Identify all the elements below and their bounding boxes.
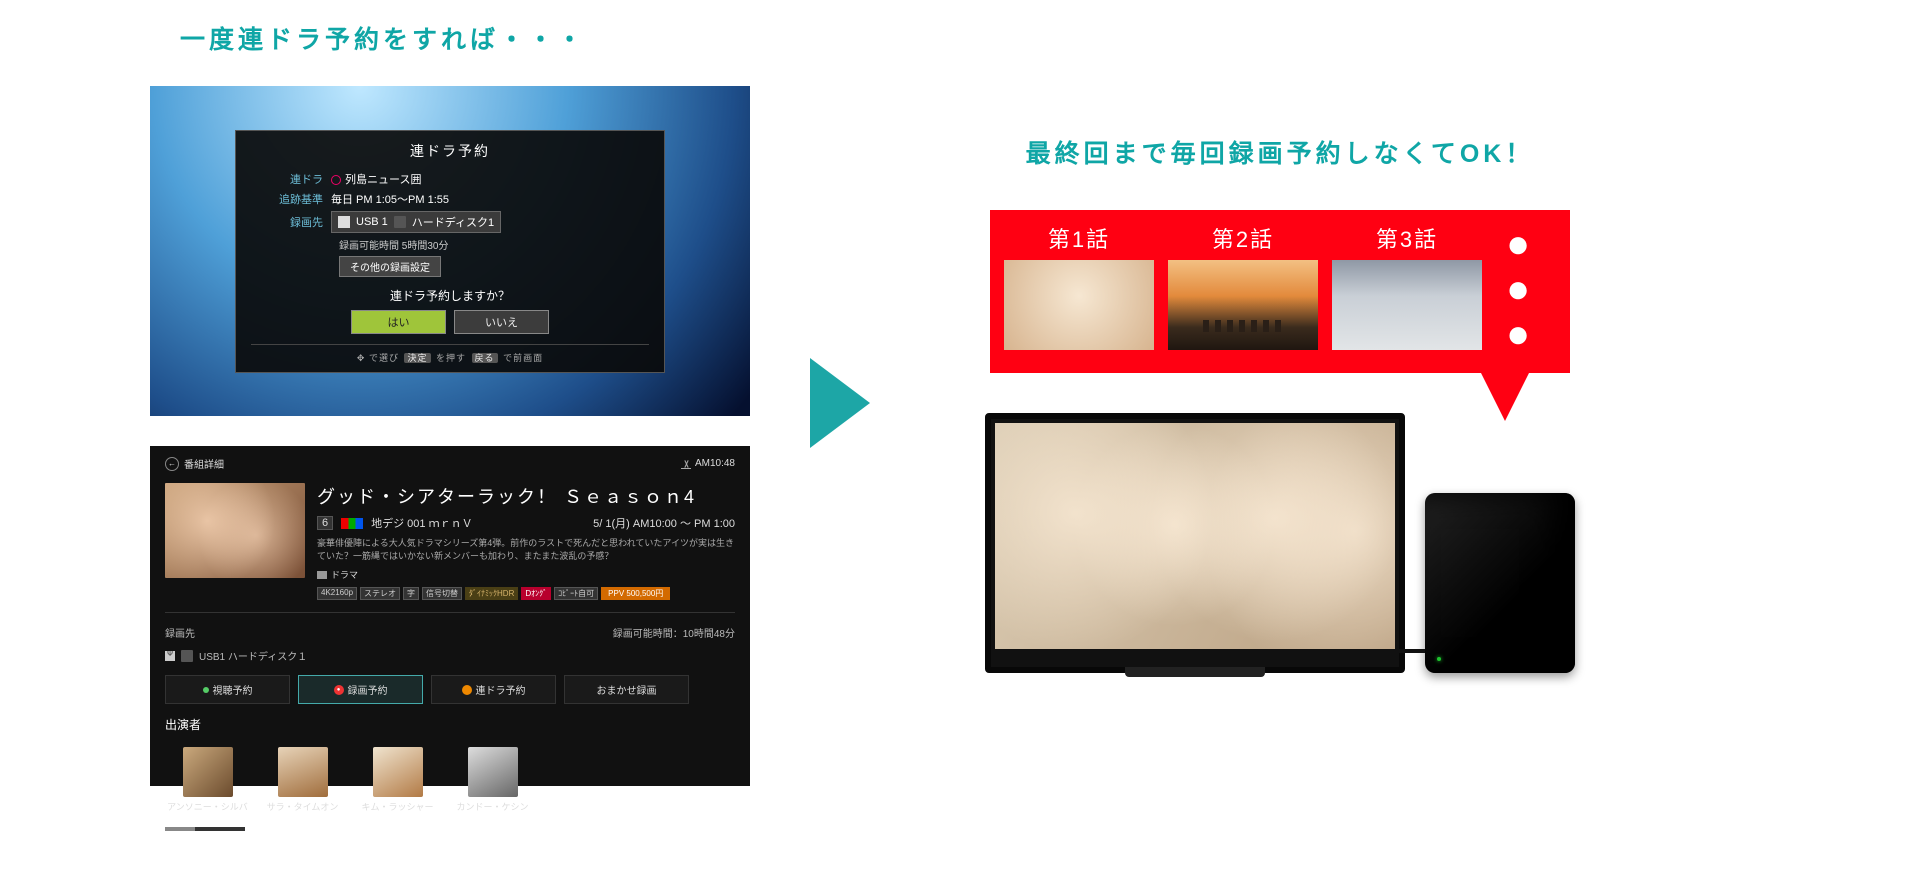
no-button[interactable]: いいえ: [454, 310, 549, 334]
cast-photo: [373, 747, 423, 797]
cast-row: アンソニー・シルバ サラ・タイムオン キム・ラッシャー カンドー・ケシン: [165, 747, 735, 813]
episode-thumbnail: [1004, 260, 1154, 350]
genre-label: ドラマ: [331, 568, 358, 581]
tv-illustration: [985, 413, 1405, 673]
channel-name: 地デジ 001 ｍｒｎＶ: [371, 515, 472, 531]
badge-hdr: ﾀﾞｲﾅﾐｯｸHDR: [465, 587, 518, 600]
cast-item[interactable]: アンソニー・シルバ: [165, 747, 250, 813]
badge-copy: ｺﾋﾟｰﾄ自可: [554, 587, 598, 600]
cast-name: カンドー・ケシン: [456, 800, 528, 813]
cast-photo: [278, 747, 328, 797]
badge-stereo: ステレオ: [360, 587, 400, 600]
episode-1: 第1話: [1004, 222, 1154, 350]
cast-name: アンソニー・シルバ: [167, 800, 248, 813]
hdd-icon: [394, 216, 406, 228]
tv-and-hdd: [985, 413, 1575, 673]
series-reserve-button[interactable]: 連ドラ予約: [431, 675, 556, 704]
program-title: グッド・シアターラック！ Ｓｅａｓｏｎ4: [317, 483, 735, 509]
program-description: 豪華俳優陣による大人気ドラマシリーズ第4弾。前作のラストで死んだと思われていたア…: [317, 537, 735, 562]
cable-icon: [1375, 649, 1425, 653]
back-icon[interactable]: ←: [165, 457, 179, 471]
hdd-illustration: [1425, 493, 1575, 673]
check-icon: [203, 687, 209, 693]
badge-ppv: PPV 500,500円: [601, 587, 670, 600]
program-value: 列島ニュース囲: [331, 171, 421, 187]
badge-signal: 信号切替: [422, 587, 462, 600]
dpad-icon: ✥: [357, 353, 366, 363]
dest-selector[interactable]: USB 1 ハードディスク1: [331, 211, 501, 233]
episode-3: 第3話: [1332, 222, 1482, 350]
criteria-label: 追跡基準: [251, 191, 331, 207]
record-dot-icon: [331, 175, 341, 185]
usb-icon: Ψ: [165, 651, 175, 661]
genre-icon: [317, 571, 327, 579]
detail-dest-value: USB1 ハードディスク１: [199, 648, 307, 663]
series-reserve-dialog: 連ドラ予約 連ドラ 列島ニュース囲 追跡基準 毎日 PM 1:05～PM 1:5…: [235, 130, 665, 373]
left-caption: 一度連ドラ予約をすれば・・・: [180, 20, 750, 56]
cast-photo: [468, 747, 518, 797]
remaining-time: 録画可能時間 5時間30分: [339, 237, 649, 252]
cast-name: キム・ラッシャー: [361, 800, 433, 813]
channel-number: 6: [317, 516, 333, 530]
cast-item[interactable]: カンドー・ケシン: [450, 747, 535, 813]
detail-dest-label: 録画先: [165, 625, 195, 640]
tv-stand: [1125, 667, 1265, 677]
dest-label: 録画先: [251, 214, 331, 230]
cast-item[interactable]: サラ・タイムオン: [260, 747, 345, 813]
badge-dong: Dｵﾝｸﾞ: [521, 587, 551, 600]
badge-caption: 字: [403, 587, 419, 600]
cast-name: サラ・タイムオン: [267, 800, 339, 813]
cast-item[interactable]: キム・ラッシャー: [355, 747, 440, 813]
confirm-question: 連ドラ予約しますか？: [251, 287, 649, 304]
channel-logo-icon: [341, 518, 363, 529]
episode-label: 第1話: [1048, 222, 1110, 254]
episode-label: 第2話: [1212, 222, 1274, 254]
series-icon: [462, 685, 472, 695]
other-settings-button[interactable]: その他の録画設定: [339, 256, 441, 277]
program-detail-screenshot: ← 番組詳細 AM10:48 グッド・シアターラック！ Ｓｅａｓｏｎ4 6 地デ…: [150, 446, 750, 786]
right-caption: 最終回まで毎回録画予約しなくてOK！: [1026, 134, 1535, 170]
criteria-value: 毎日 PM 1:05～PM 1:55: [331, 191, 449, 207]
episode-thumbnail: [1168, 260, 1318, 350]
cast-photo: [183, 747, 233, 797]
dialog-title: 連ドラ予約: [251, 141, 649, 161]
auto-record-button[interactable]: おまかせ録画: [564, 675, 689, 704]
program-thumbnail: [165, 483, 305, 578]
arrow-right-icon: [810, 358, 870, 448]
antenna-icon: [681, 459, 691, 469]
back-key: 戻る: [472, 353, 498, 363]
cast-scrollbar[interactable]: [165, 827, 245, 831]
hdd-icon: [181, 650, 193, 662]
badge-4k: 4K2160p: [317, 587, 357, 600]
episode-thumbnail: [1332, 260, 1482, 350]
episodes-bubble: 第1話 第2話 第3話 ● ● ●: [990, 210, 1570, 373]
record-icon: ●: [334, 685, 344, 695]
dest-usb: USB 1: [356, 216, 388, 228]
series-reserve-screenshot: 連ドラ予約 連ドラ 列島ニュース囲 追跡基準 毎日 PM 1:05～PM 1:5…: [150, 86, 750, 416]
episode-2: 第2話: [1168, 222, 1318, 350]
program-datetime: 5/ 1(月) AM10:00 ～ PM 1:00: [593, 515, 735, 531]
detail-heading: 番組詳細: [184, 456, 224, 471]
decide-key: 決定: [404, 353, 430, 363]
record-reserve-button[interactable]: ● 録画予約: [298, 675, 423, 704]
usb-icon: [338, 216, 350, 228]
yes-button[interactable]: はい: [351, 310, 446, 334]
dest-disk: ハードディスク1: [412, 214, 494, 230]
episodes-more-icon: ● ● ●: [1506, 222, 1556, 357]
cast-label: 出演者: [165, 716, 735, 733]
watch-reserve-button[interactable]: 視聴予約: [165, 675, 290, 704]
program-label: 連ドラ: [251, 171, 331, 187]
clock: AM10:48: [681, 458, 735, 469]
dialog-hints: ✥ で選び 決定 を押す 戻る で前画面: [251, 344, 649, 364]
detail-remaining: 録画可能時間：10時間48分: [613, 625, 735, 640]
tv-screen: [995, 423, 1395, 649]
episode-label: 第3話: [1376, 222, 1438, 254]
